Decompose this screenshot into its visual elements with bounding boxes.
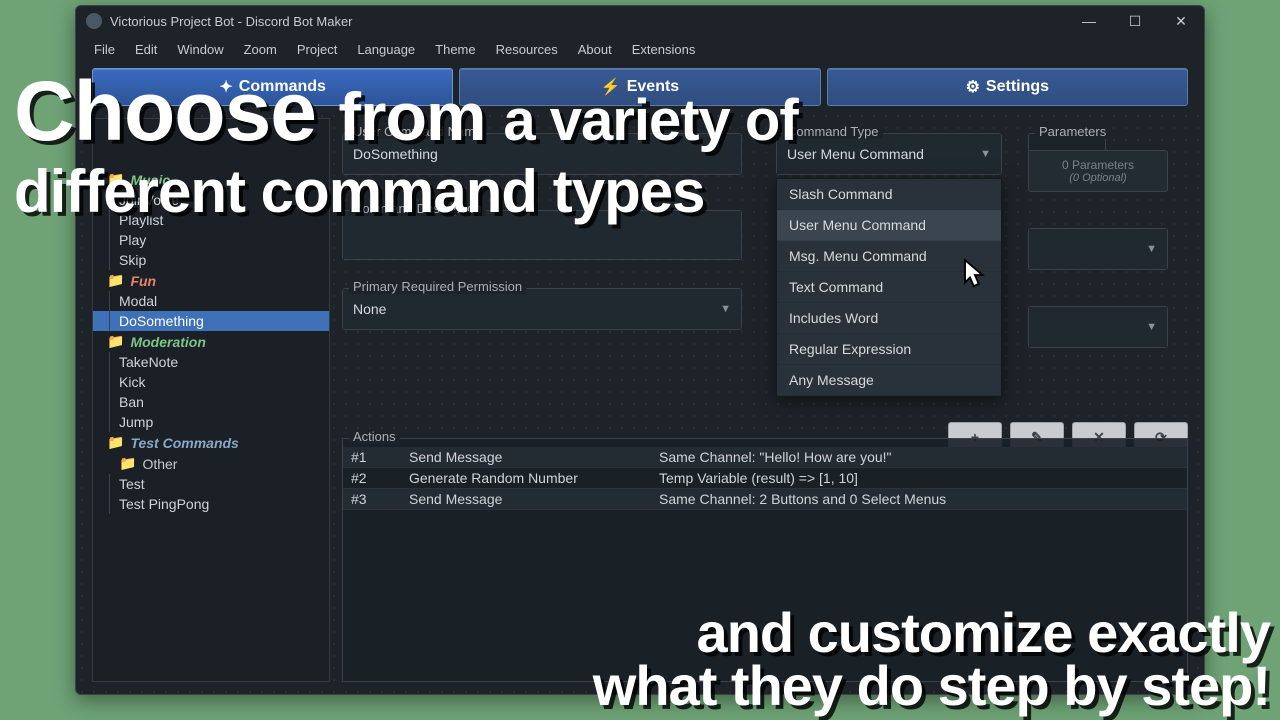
actions-panel: Actions #1 Send Message Same Channel: "H…	[342, 438, 1188, 682]
menu-language[interactable]: Language	[347, 39, 425, 60]
description-input[interactable]	[343, 211, 741, 259]
tab-commands[interactable]: ✦ Commands	[92, 68, 453, 106]
chevron-down-icon: ▼	[720, 303, 731, 315]
folder-fun[interactable]: 📁Fun	[93, 270, 329, 291]
actions-table: #1 Send Message Same Channel: "Hello! Ho…	[343, 447, 1187, 510]
tab-settings[interactable]: ⚙ Settings	[827, 68, 1188, 106]
parameters-count: 0 Parameters	[1062, 158, 1134, 172]
tree-item[interactable]: Test PingPong	[93, 494, 329, 514]
commands-icon: ✦	[219, 77, 232, 97]
app-icon	[86, 13, 102, 29]
chevron-down-icon: ▼	[1146, 321, 1157, 333]
description-field: Command Description	[342, 210, 742, 260]
tab-events[interactable]: ⚡ Events	[459, 68, 820, 106]
tree-item[interactable]: Play	[93, 230, 329, 250]
editor-panel: User Command Name Command Type User Menu…	[342, 118, 1188, 682]
permission-field: Primary Required Permission None ▼	[342, 288, 742, 330]
menubar: File Edit Window Zoom Project Language T…	[76, 36, 1204, 62]
tree-item[interactable]: Test	[93, 474, 329, 494]
chevron-down-icon: ▼	[1146, 243, 1157, 255]
action-row[interactable]: #1 Send Message Same Channel: "Hello! Ho…	[343, 447, 1187, 468]
titlebar: Victorious Project Bot - Discord Bot Mak…	[76, 6, 1204, 36]
dropdown-item[interactable]: Slash Command	[777, 179, 1001, 210]
folder-test[interactable]: 📁Test Commands	[93, 432, 329, 453]
content-area: 📁Music JoinVoice Playlist Play Skip 📁Fun…	[76, 110, 1204, 694]
folder-music[interactable]: 📁Music	[93, 169, 329, 190]
command-type-select[interactable]: User Menu Command ▼	[777, 134, 1001, 174]
menu-edit[interactable]: Edit	[125, 39, 167, 60]
secondary-select-2[interactable]: ▼	[1028, 306, 1168, 348]
command-name-input[interactable]	[343, 134, 741, 174]
main-tabs: ✦ Commands ⚡ Events ⚙ Settings	[76, 62, 1204, 110]
folder-icon: 📁	[107, 272, 124, 289]
description-label: Command Description	[349, 201, 486, 216]
tree-item[interactable]: Playlist	[93, 210, 329, 230]
tab-settings-label: Settings	[986, 78, 1049, 96]
gear-icon: ⚙	[966, 77, 980, 97]
close-button[interactable]: ✕	[1158, 6, 1204, 36]
menu-theme[interactable]: Theme	[425, 39, 485, 60]
maximize-button[interactable]: ☐	[1112, 6, 1158, 36]
permission-select[interactable]: None ▼	[343, 289, 741, 329]
tab-commands-label: Commands	[239, 78, 326, 96]
dropdown-item[interactable]: Regular Expression	[777, 334, 1001, 365]
menu-resources[interactable]: Resources	[486, 39, 568, 60]
command-type-field: Command Type User Menu Command ▼	[776, 133, 1002, 175]
folder-icon: 📁	[107, 434, 124, 451]
tree-item[interactable]: Jump	[93, 412, 329, 432]
action-row[interactable]: #2 Generate Random Number Temp Variable …	[343, 468, 1187, 489]
parameters-button[interactable]: 0 Parameters (0 Optional)	[1028, 150, 1168, 192]
command-type-label: Command Type	[783, 124, 883, 139]
folder-icon: 📁	[107, 171, 124, 188]
folder-moderation[interactable]: 📁Moderation	[93, 331, 329, 352]
tree-item[interactable]: Modal	[93, 291, 329, 311]
menu-project[interactable]: Project	[287, 39, 347, 60]
tree-item[interactable]: Kick	[93, 372, 329, 392]
menu-zoom[interactable]: Zoom	[234, 39, 287, 60]
events-icon: ⚡	[601, 77, 621, 97]
menu-extensions[interactable]: Extensions	[622, 39, 706, 60]
dropdown-item[interactable]: Includes Word	[777, 303, 1001, 334]
tree-item[interactable]: TakeNote	[93, 352, 329, 372]
tab-events-label: Events	[627, 78, 679, 96]
command-name-label: User Command Name	[349, 124, 486, 139]
subfolder-other[interactable]: 📁Other	[93, 453, 329, 474]
tree-item-selected[interactable]: DoSomething	[93, 311, 329, 331]
chevron-down-icon: ▼	[980, 148, 991, 160]
command-tree: 📁Music JoinVoice Playlist Play Skip 📁Fun…	[92, 118, 330, 682]
tree-item[interactable]: Ban	[93, 392, 329, 412]
app-window: Victorious Project Bot - Discord Bot Mak…	[75, 5, 1205, 695]
dropdown-item-hover[interactable]: User Menu Command	[777, 210, 1001, 241]
pointer-cursor-icon	[955, 255, 995, 295]
window-title: Victorious Project Bot - Discord Bot Mak…	[110, 14, 353, 29]
secondary-select-1[interactable]: ▼	[1028, 228, 1168, 270]
permission-label: Primary Required Permission	[349, 279, 526, 294]
actions-label: Actions	[349, 429, 400, 444]
menu-file[interactable]: File	[84, 39, 125, 60]
action-row[interactable]: #3 Send Message Same Channel: 2 Buttons …	[343, 489, 1187, 510]
tree-item[interactable]: Skip	[93, 250, 329, 270]
tree-item[interactable]: JoinVoice	[93, 190, 329, 210]
folder-icon: 📁	[107, 333, 124, 350]
parameters-label: Parameters	[1035, 124, 1110, 139]
parameters-optional: (0 Optional)	[1069, 172, 1126, 184]
folder-icon: 📁	[119, 455, 136, 472]
menu-window[interactable]: Window	[167, 39, 233, 60]
command-name-field: User Command Name	[342, 133, 742, 175]
menu-about[interactable]: About	[568, 39, 622, 60]
minimize-button[interactable]: —	[1066, 6, 1112, 36]
dropdown-item[interactable]: Any Message	[777, 365, 1001, 396]
